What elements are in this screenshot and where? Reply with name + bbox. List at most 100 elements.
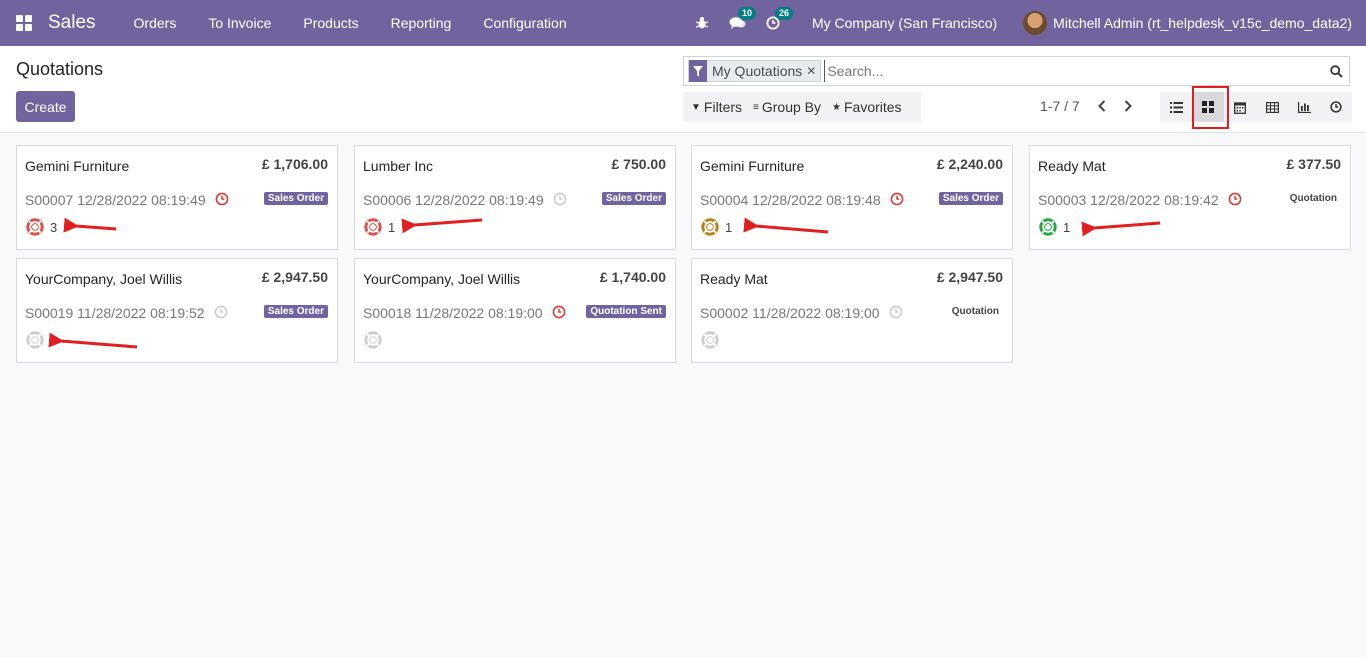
kanban-card[interactable]: Gemini Furniture £ 2,240.00 S00004 12/28/2… — [691, 145, 1013, 250]
lifebuoy-icon — [1039, 218, 1057, 236]
company-switcher[interactable]: My Company (San Francisco) — [812, 15, 997, 31]
graph-view-icon[interactable] — [1288, 92, 1320, 122]
debug-bug-icon[interactable] — [695, 16, 709, 30]
menu-orders[interactable]: Orders — [118, 0, 193, 46]
card-reference: S00003 12/28/2022 08:19:42 — [1038, 192, 1219, 208]
card-customer: YourCompany, Joel Willis — [363, 271, 521, 287]
ticket-count: 1 — [725, 219, 733, 235]
menu-reporting[interactable]: Reporting — [375, 0, 468, 46]
facet-label: My Quotations — [712, 63, 803, 79]
filter-icon: ▼ — [691, 101, 701, 113]
card-status-badge: Sales Order — [938, 192, 1003, 205]
card-reference: S00019 11/28/2022 08:19:52 — [25, 305, 205, 321]
search-bar: My Quotations ✕ — [683, 56, 1350, 86]
helpdesk-ticket-indicator[interactable]: 1 — [364, 218, 395, 236]
activity-view-icon[interactable] — [1320, 92, 1352, 122]
pager-value[interactable]: 1-7 / 7 — [1040, 98, 1080, 114]
card-status-badge: Quotation — [951, 306, 999, 317]
helpdesk-ticket-indicator[interactable] — [26, 331, 44, 349]
card-amount: £ 2,947.50 — [261, 269, 328, 285]
ticket-count: 1 — [1063, 219, 1071, 235]
star-icon: ★ — [832, 101, 841, 113]
top-navbar: Sales Orders To Invoice Products Reporti… — [0, 0, 1366, 46]
search-options-bar: ▼ Filters ≡ Group By ★ Favorites — [683, 92, 921, 122]
menu-products[interactable]: Products — [287, 0, 374, 46]
card-amount: £ 1,740.00 — [599, 269, 666, 285]
card-reference: S00007 12/28/2022 08:19:49 — [25, 192, 206, 208]
card-reference: S00004 12/28/2022 08:19:48 — [700, 192, 881, 208]
lifebuoy-icon — [364, 331, 382, 349]
search-facet: My Quotations ✕ — [688, 60, 822, 82]
pivot-view-icon[interactable] — [1256, 92, 1288, 122]
activity-clock-icon[interactable] — [1228, 192, 1242, 206]
menu-to-invoice[interactable]: To Invoice — [192, 0, 287, 46]
menu-configuration[interactable]: Configuration — [467, 0, 582, 46]
pager-next-icon[interactable] — [1120, 96, 1136, 116]
remove-facet-icon[interactable]: ✕ — [806, 64, 820, 78]
ticket-count: 1 — [388, 219, 396, 235]
control-panel: Quotations Create My Quotations ✕ ▼ Filt… — [0, 46, 1366, 133]
app-grid-icon[interactable] — [0, 0, 48, 46]
view-switcher — [1160, 92, 1352, 122]
filters-label: Filters — [703, 99, 743, 115]
lifebuoy-icon — [701, 331, 719, 349]
kanban-card[interactable]: Ready Mat £ 2,947.50 S00002 11/28/2022 08:… — [691, 258, 1013, 363]
card-status-badge: Quotation Sent — [586, 305, 666, 318]
card-amount: £ 2,240.00 — [936, 156, 1003, 172]
page-title[interactable]: Quotations — [16, 59, 103, 80]
card-status-badge: Sales Order — [601, 192, 666, 205]
helpdesk-ticket-indicator[interactable]: 3 — [26, 218, 57, 236]
lifebuoy-icon — [26, 218, 44, 236]
activity-clock-icon[interactable] — [215, 192, 229, 206]
card-status-badge: Sales Order — [263, 192, 328, 205]
search-input[interactable] — [824, 60, 1323, 82]
app-name[interactable]: Sales — [48, 12, 96, 34]
card-customer: Gemini Furniture — [25, 158, 130, 174]
card-customer: Gemini Furniture — [700, 158, 805, 174]
helpdesk-ticket-indicator[interactable] — [701, 331, 719, 349]
card-reference: S00002 11/28/2022 08:19:00 — [700, 305, 880, 321]
helpdesk-ticket-indicator[interactable]: 1 — [701, 218, 732, 236]
helpdesk-ticket-indicator[interactable] — [364, 331, 382, 349]
lifebuoy-icon — [701, 218, 719, 236]
kanban-card[interactable]: Ready Mat £ 377.50 S00003 12/28/2022 08:19… — [1029, 145, 1351, 250]
list-view-icon[interactable] — [1160, 92, 1192, 122]
bars-icon: ≡ — [753, 101, 759, 113]
card-reference: S00018 11/28/2022 08:19:00 — [363, 305, 543, 321]
filters-button[interactable]: ▼ Filters — [691, 99, 742, 115]
activity-clock-icon[interactable] — [890, 192, 904, 206]
kanban-view-icon[interactable] — [1192, 92, 1224, 122]
group-by-label: Group By — [761, 99, 822, 115]
user-avatar[interactable] — [1023, 11, 1048, 35]
filter-funnel-icon — [689, 60, 707, 82]
favorites-label: Favorites — [843, 99, 902, 115]
card-customer: Ready Mat — [1038, 158, 1106, 174]
activities-clock-icon[interactable]: 26 — [766, 7, 793, 30]
card-customer: Lumber Inc — [363, 158, 434, 174]
activities-count-badge: 26 — [774, 7, 793, 20]
kanban-card[interactable]: YourCompany, Joel Willis £ 1,740.00 S00018… — [354, 258, 676, 363]
pager-previous-icon[interactable] — [1094, 96, 1110, 116]
group-by-button[interactable]: ≡ Group By — [753, 99, 821, 115]
kanban-card[interactable]: Gemini Furniture £ 1,706.00 S00007 12/28/2… — [16, 145, 338, 250]
favorites-button[interactable]: ★ Favorites — [832, 99, 902, 115]
card-status-badge: Quotation — [1289, 193, 1337, 204]
card-reference: S00006 12/28/2022 08:19:49 — [363, 192, 544, 208]
search-magnifier-icon[interactable] — [1323, 57, 1349, 85]
kanban-card[interactable]: YourCompany, Joel Willis £ 2,947.50 S00019… — [16, 258, 338, 363]
card-customer: Ready Mat — [700, 271, 768, 287]
activity-clock-icon[interactable] — [553, 192, 567, 206]
lifebuoy-icon — [364, 218, 382, 236]
messages-count-badge: 10 — [737, 7, 756, 20]
card-amount: £ 750.00 — [611, 156, 667, 172]
helpdesk-ticket-indicator[interactable]: 1 — [1039, 218, 1070, 236]
activity-clock-icon[interactable] — [214, 305, 228, 319]
user-menu[interactable]: Mitchell Admin (rt_helpdesk_v15c_demo_da… — [1053, 15, 1352, 31]
messages-chat-icon[interactable]: 10 — [729, 7, 756, 30]
activity-clock-icon[interactable] — [889, 305, 903, 319]
create-button[interactable]: Create — [16, 91, 75, 122]
calendar-view-icon[interactable] — [1224, 92, 1256, 122]
kanban-card[interactable]: Lumber Inc £ 750.00 S00006 12/28/2022 08:1… — [354, 145, 676, 250]
lifebuoy-icon — [26, 331, 44, 349]
activity-clock-icon[interactable] — [552, 305, 566, 319]
